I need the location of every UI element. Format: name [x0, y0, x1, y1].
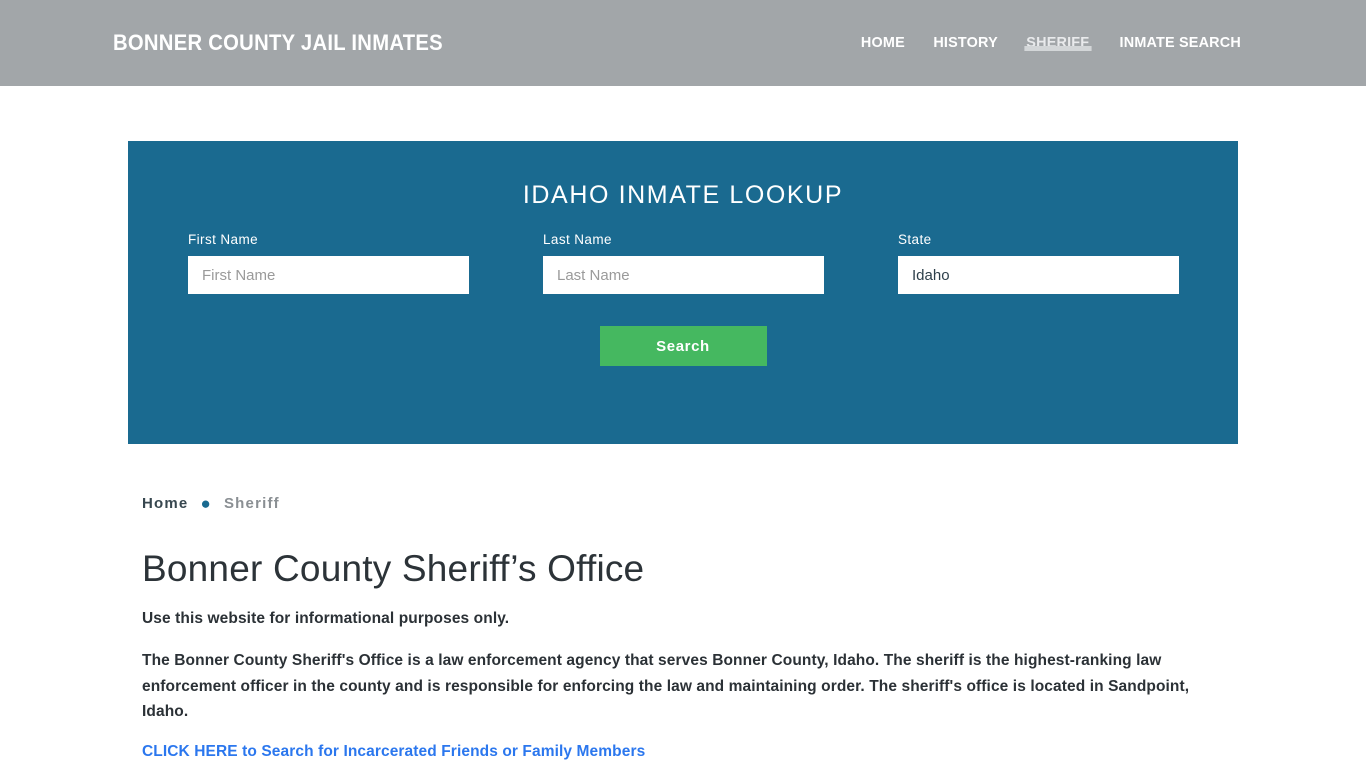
inmate-search-cta-link[interactable]: CLICK HERE to Search for Incarcerated Fr…: [142, 743, 645, 761]
first-name-input[interactable]: [188, 256, 469, 294]
breadcrumb-item-sheriff: Sheriff: [223, 495, 280, 512]
nav-item-inmate-search[interactable]: INMATE SEARCH: [1107, 0, 1253, 51]
search-button[interactable]: Search: [599, 326, 767, 366]
nav-item-sheriff[interactable]: SHERIFF: [1014, 0, 1102, 51]
state-select[interactable]: Idaho: [898, 256, 1179, 294]
main-content: Home ● Sheriff Bonner County Sheriff’s O…: [142, 495, 1232, 761]
breadcrumb-item-home[interactable]: Home: [142, 495, 188, 512]
state-label: State: [898, 232, 932, 247]
breadcrumb-separator-icon: ●: [200, 494, 212, 513]
site-header: BONNER COUNTY JAIL INMATES HOME HISTORY …: [0, 0, 1366, 86]
first-name-label: First Name: [188, 232, 259, 247]
body-paragraph: The Bonner County Sheriff's Office is a …: [142, 652, 1190, 721]
lead-text: Use this website for informational purpo…: [142, 610, 510, 627]
main-navigation: HOME HISTORY SHERIFF INMATE SEARCH: [847, 0, 1256, 86]
search-button-row: Search: [128, 326, 1238, 366]
state-field-group: State Idaho: [898, 232, 1179, 294]
nav-item-history[interactable]: HISTORY: [921, 0, 1011, 51]
inmate-lookup-panel: IDAHO INMATE LOOKUP First Name Last Name…: [128, 141, 1238, 444]
last-name-input[interactable]: [543, 256, 824, 294]
nav-item-home[interactable]: HOME: [848, 0, 917, 51]
site-title[interactable]: BONNER COUNTY JAIL INMATES: [113, 30, 443, 56]
last-name-field-group: Last Name: [543, 232, 824, 294]
breadcrumb: Home ● Sheriff: [142, 495, 1232, 512]
first-name-field-group: First Name: [188, 232, 469, 294]
lookup-panel-title: IDAHO INMATE LOOKUP: [522, 181, 844, 209]
last-name-label: Last Name: [543, 232, 612, 247]
lookup-form-row: First Name Last Name State Idaho: [128, 232, 1238, 302]
page-title: Bonner County Sheriff’s Office: [142, 548, 645, 589]
